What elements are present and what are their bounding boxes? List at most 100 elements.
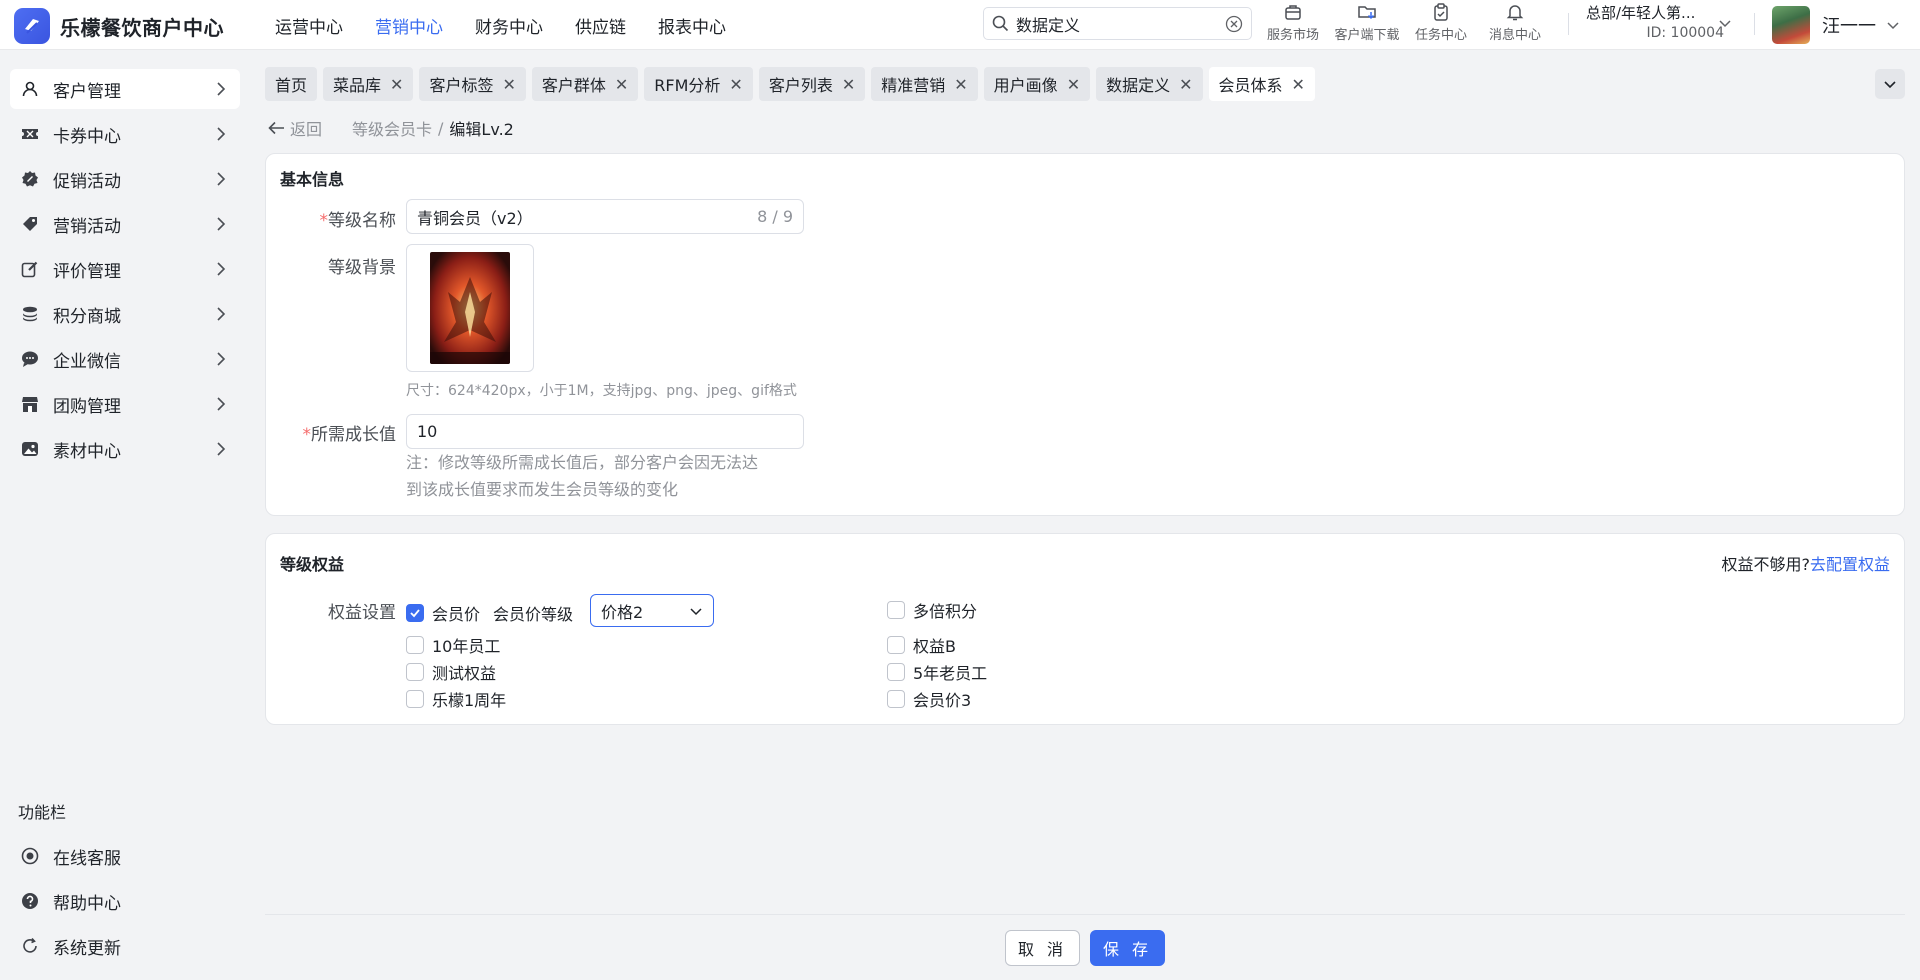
basic-info-card: 基本信息 *等级名称 青铜会员（v2） 8 / 9 等级背景 尺寸：624*42…: [265, 153, 1905, 516]
top-bar: 乐檬餐饮商户中心 运营中心 营销中心 财务中心 供应链 报表中心 数据定义 服务…: [0, 0, 1920, 50]
tabs-more-button[interactable]: [1875, 69, 1905, 99]
sidebar-item-coupons[interactable]: 卡券中心: [10, 114, 240, 154]
chevron-right-icon: [217, 172, 226, 186]
chevron-right-icon: [217, 307, 226, 321]
chevron-down-icon: [690, 607, 702, 615]
growth-value-input[interactable]: 10: [406, 414, 804, 449]
right-checkbox-test[interactable]: 测试权益: [406, 660, 496, 684]
task-center-button[interactable]: 任务中心: [1404, 2, 1478, 43]
breadcrumb: 返回 等级会员卡 / 编辑Lv.2: [268, 116, 514, 140]
topnav-reports[interactable]: 报表中心: [658, 13, 726, 38]
right-checkbox-10yr-staff[interactable]: 10年员工: [406, 633, 500, 657]
close-icon[interactable]: ✕: [390, 75, 403, 94]
client-download-button[interactable]: 客户端下载: [1330, 2, 1404, 43]
user-menu[interactable]: 汪一一: [1772, 6, 1900, 44]
rights-setting-label: 权益设置: [328, 603, 396, 623]
sidebar-item-assets[interactable]: 素材中心: [10, 429, 240, 469]
close-icon[interactable]: ✕: [954, 75, 967, 94]
chevron-right-icon: [217, 352, 226, 366]
edit-icon: [20, 259, 40, 279]
tab-home[interactable]: 首页: [265, 67, 318, 101]
right-checkbox-5yr-staff[interactable]: 5年老员工: [887, 660, 987, 684]
tab-dish-library[interactable]: 菜品库 ✕: [323, 67, 414, 101]
clipboard-icon: [1434, 3, 1448, 21]
tab-precision-marketing[interactable]: 精准营销 ✕: [871, 67, 978, 101]
clear-icon[interactable]: [1225, 15, 1243, 33]
chevron-right-icon: [217, 262, 226, 276]
sidebar-item-wecom[interactable]: 企业微信: [10, 339, 240, 379]
topnav-operations[interactable]: 运营中心: [275, 13, 343, 38]
tab-rfm-analysis[interactable]: RFM分析 ✕: [644, 67, 753, 101]
member-price-checkbox[interactable]: 会员价: [406, 601, 480, 625]
sidebar-item-help-center[interactable]: 帮助中心: [10, 881, 240, 921]
level-name-input[interactable]: 青铜会员（v2） 8 / 9: [406, 199, 804, 234]
function-bar-title: 功能栏: [18, 803, 67, 822]
message-center-button[interactable]: 消息中心: [1478, 2, 1552, 43]
tag-icon: [20, 214, 40, 234]
save-button[interactable]: 保 存: [1090, 930, 1165, 966]
chevron-right-icon: [217, 397, 226, 411]
sidebar-item-marketing[interactable]: 营销活动: [10, 204, 240, 244]
sidebar-item-promotions[interactable]: 促销活动: [10, 159, 240, 199]
close-icon[interactable]: ✕: [502, 75, 515, 94]
tab-bar: 首页 菜品库 ✕ 客户标签 ✕ 客户群体 ✕ RFM分析 ✕ 客户列表 ✕ 精准营销 ✕ 用…: [265, 67, 1321, 101]
breadcrumb-parent[interactable]: 等级会员卡: [352, 116, 432, 140]
close-icon[interactable]: ✕: [1067, 75, 1080, 94]
level-background-label: 等级背景: [328, 258, 396, 278]
background-upload[interactable]: [406, 244, 534, 372]
level-name-label: *等级名称: [319, 211, 397, 231]
org-switcher[interactable]: 总部/年轻人第... ID: 100004: [1586, 2, 1728, 41]
sidebar-item-points-mall[interactable]: 积分商城: [10, 294, 240, 334]
topnav-supply-chain[interactable]: 供应链: [575, 13, 626, 38]
close-icon[interactable]: ✕: [1292, 75, 1305, 94]
avatar: [1772, 6, 1810, 44]
back-button[interactable]: 返回: [268, 116, 322, 140]
sidebar-item-customer[interactable]: 客户管理: [10, 69, 240, 109]
footer-divider: [265, 914, 1905, 915]
tool-bar: 服务市场 客户端下载 任务中心 消息中心: [1256, 2, 1552, 43]
char-counter: 8 / 9: [757, 207, 793, 226]
close-icon[interactable]: ✕: [842, 75, 855, 94]
tab-user-profile[interactable]: 用户画像 ✕: [983, 67, 1091, 101]
sidebar-item-group-buy[interactable]: 团购管理: [10, 384, 240, 424]
arrow-left-icon: [268, 121, 284, 135]
right-checkbox-right-b[interactable]: 权益B: [887, 633, 956, 657]
topnav-finance[interactable]: 财务中心: [475, 13, 543, 38]
divider: [1754, 13, 1755, 35]
search-value: 数据定义: [1016, 15, 1081, 35]
tab-customer-list[interactable]: 客户列表 ✕: [758, 67, 866, 101]
configure-rights-link[interactable]: 去配置权益: [1810, 555, 1890, 574]
right-checkbox-member-price-3[interactable]: 会员价3: [887, 687, 971, 711]
sidebar-item-reviews[interactable]: 评价管理: [10, 249, 240, 289]
right-checkbox-anniversary[interactable]: 乐檬1周年: [406, 687, 506, 711]
breadcrumb-separator: /: [438, 118, 444, 138]
help-icon: [20, 891, 40, 911]
logo-icon: [14, 8, 50, 44]
close-icon[interactable]: ✕: [1179, 75, 1192, 94]
sidebar-item-online-service[interactable]: 在线客服: [10, 836, 240, 876]
divider: [1568, 13, 1569, 35]
search-icon: [992, 15, 1009, 32]
close-icon[interactable]: ✕: [615, 75, 628, 94]
tab-customer-groups[interactable]: 客户群体 ✕: [531, 67, 639, 101]
chat-bubble-icon: [20, 349, 40, 369]
tab-membership[interactable]: 会员体系 ✕: [1208, 67, 1315, 101]
tab-data-definition[interactable]: 数据定义 ✕: [1096, 67, 1203, 101]
tab-customer-tags[interactable]: 客户标签 ✕: [419, 67, 526, 101]
chevron-right-icon: [217, 127, 226, 141]
close-icon[interactable]: ✕: [729, 75, 742, 94]
sidebar-item-system-update[interactable]: 系统更新: [10, 926, 240, 966]
member-level-select[interactable]: 价格2: [590, 594, 714, 627]
chevron-down-icon: [1887, 22, 1899, 30]
topnav-marketing[interactable]: 营销中心: [375, 13, 443, 38]
user-name: 汪一一: [1822, 16, 1876, 37]
chevron-down-icon[interactable]: [1718, 16, 1732, 30]
service-market-button[interactable]: 服务市场: [1256, 2, 1330, 43]
app-logo[interactable]: 乐檬餐饮商户中心: [14, 8, 224, 44]
member-level-label: 会员价等级: [493, 605, 574, 624]
right-checkbox-multi-points[interactable]: 多倍积分: [887, 598, 977, 622]
cancel-button[interactable]: 取 消: [1005, 930, 1080, 966]
search-input[interactable]: 数据定义: [983, 7, 1252, 40]
refresh-icon: [20, 936, 40, 956]
breadcrumb-current: 编辑Lv.2: [449, 120, 514, 139]
